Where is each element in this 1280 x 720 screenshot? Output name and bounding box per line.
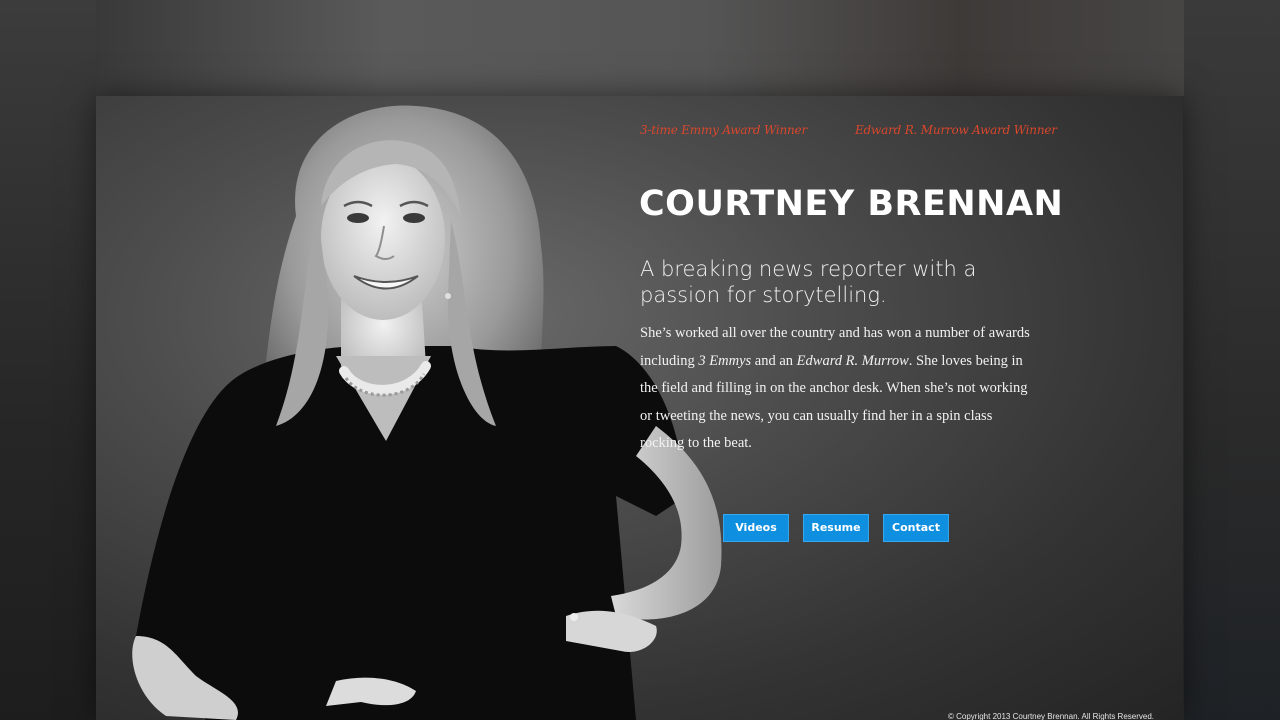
contact-button[interactable]: Contact [883, 514, 949, 542]
background-blur-top [0, 0, 1280, 96]
background-blur-left [0, 0, 96, 720]
videos-button[interactable]: Videos [723, 514, 789, 542]
award-emmy: 3-time Emmy Award Winner [640, 123, 807, 137]
background-blur-right [1184, 0, 1280, 720]
bio-paragraph: She’s worked all over the country and ha… [640, 320, 1040, 458]
tagline: A breaking news reporter with a passion … [640, 257, 977, 307]
award-murrow: Edward R. Murrow Award Winner [855, 123, 1057, 137]
resume-button[interactable]: Resume [803, 514, 869, 542]
bio-emphasis-emmys: 3 Emmys [698, 352, 752, 369]
bio-text: and an [751, 352, 797, 369]
website-frame: 3-time Emmy Award Winner Edward R. Murro… [96, 96, 1183, 720]
page-title: COURTNEY BRENNAN [639, 184, 1064, 224]
bio-emphasis-murrow: Edward R. Murrow [796, 352, 909, 369]
copyright-notice: © Copyright 2013 Courtney Brennan. All R… [948, 712, 1155, 720]
